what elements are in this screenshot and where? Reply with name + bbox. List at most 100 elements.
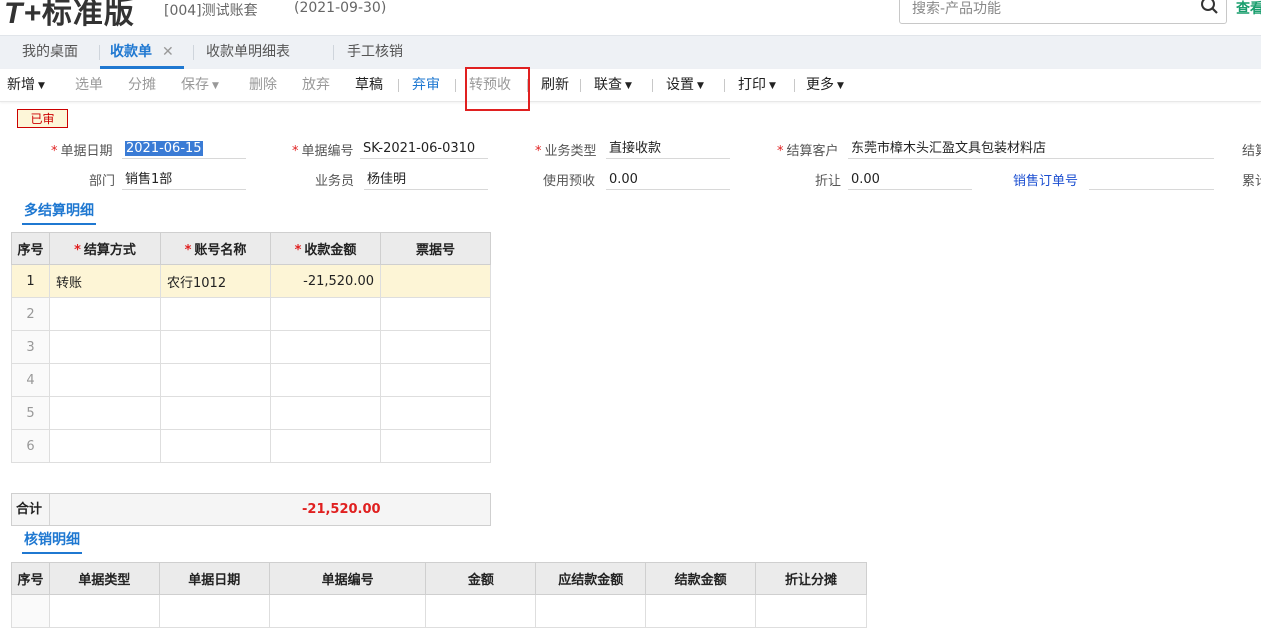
print-button[interactable]: 打印 ▼ [738,69,776,101]
cell-settle-method[interactable] [49,330,161,364]
toolbar: 新增 ▼ 选单 分摊 保存 ▼ 删除 放弃 草稿 弃审 转预收 刷新 联查 ▼ 设置 ▼… [0,69,1261,102]
row-index: 1 [11,264,50,298]
tab-bar: 我的桌面 收款单 ✕ 收款单明细表 手工核销 [0,35,1261,70]
cell-account-name[interactable] [160,429,271,463]
cell-settle-method[interactable] [49,363,161,397]
account-date: (2021-09-30) [294,0,387,16]
new-button[interactable]: 新增 ▼ [7,69,45,101]
col-account-name: * 账号名称 [160,232,271,265]
highlight-box [465,67,530,111]
view-link[interactable]: 查看 [1236,0,1261,18]
refresh-button[interactable]: 刷新 [541,69,569,101]
accum-label: 累计 [1242,174,1261,189]
cell-amount[interactable] [270,429,381,463]
cell-amount[interactable] [270,396,381,430]
cell-settle-method[interactable] [49,429,161,463]
search-input[interactable] [910,0,1194,21]
cell-bill-no[interactable] [380,297,491,331]
biztype-label: * 业务类型 [535,144,597,159]
cell-amount[interactable] [270,297,381,331]
code-label: * 单据编号 [292,144,354,159]
salesman-label: 业务员 [315,174,355,189]
cell-bill-no[interactable] [380,396,491,430]
sales-order-link[interactable]: 销售订单号 [1013,170,1078,189]
col-due-amount: 应结款金额 [535,562,647,595]
col-doc-type: 单据类型 [48,562,160,595]
search-icon[interactable] [1200,0,1218,17]
date-field[interactable]: 2021-06-15 [122,139,246,159]
close-icon[interactable]: ✕ [162,44,174,60]
table-row[interactable]: 4 [11,363,491,397]
writeoff-section-title: 核销明细 [22,530,82,554]
table-row[interactable]: 2 [11,297,491,331]
table-row[interactable]: 6 [11,429,491,463]
col-bill-no: 票据号 [380,232,491,265]
col-doc-no: 单据编号 [268,562,427,595]
delete-button[interactable]: 删除 [249,69,277,101]
settings-button[interactable]: 设置 ▼ [666,69,704,101]
tab-receipt-detail[interactable]: 收款单明细表 [206,36,290,69]
cell-bill-no[interactable] [380,264,491,298]
select-button[interactable]: 选单 [75,69,103,101]
row-index: 5 [11,396,50,430]
cell-account-name[interactable] [160,330,271,364]
chevron-down-icon: ▼ [697,81,704,91]
tab-desktop[interactable]: 我的桌面 [22,36,78,69]
link-query-button[interactable]: 联查 ▼ [594,69,632,101]
dept-label: 部门 [89,174,116,189]
chevron-down-icon: ▼ [212,81,219,91]
cell-account-name[interactable]: 农行1012 [160,264,271,298]
discount-field[interactable]: 0.00 [848,170,972,190]
total-amount: -21,520.00 [302,502,381,517]
tab-receipt[interactable]: 收款单 ✕ [100,36,184,69]
chevron-down-icon: ▼ [769,81,776,91]
more-button[interactable]: 更多 ▼ [806,69,844,101]
tab-manual-writeoff[interactable]: 手工核销 [347,36,403,69]
row-index: 4 [11,363,50,397]
row-index: 6 [11,429,50,463]
cell-bill-no[interactable] [380,363,491,397]
dept-field[interactable]: 销售1部 [122,170,246,190]
abandon-button[interactable]: 放弃 [302,69,330,101]
status-badge: 已审 [17,109,68,128]
cell-account-name[interactable] [160,297,271,331]
salesman-field[interactable]: 杨佳明 [364,170,488,190]
biztype-field[interactable]: 直接收款 [606,139,730,159]
search-box [899,0,1227,24]
customer-field[interactable]: 东莞市樟木头汇盈文具包装材料店 [848,139,1214,159]
cell-amount[interactable]: -21,520.00 [270,264,381,298]
table-row[interactable]: 5 [11,396,491,430]
cell-settle-method[interactable]: 转账 [49,264,161,298]
cell-amount[interactable] [270,330,381,364]
cell-account-name[interactable] [160,363,271,397]
cell-account-name[interactable] [160,396,271,430]
table-row[interactable]: 1 转账 农行1012 -21,520.00 [11,264,491,298]
code-field[interactable]: SK-2021-06-0310 [360,139,488,159]
col-amount: * 收款金额 [270,232,381,265]
app-logo: T+标准版 [4,0,135,31]
settlement-total-row: 合计 -21,520.00 [11,493,491,526]
chevron-down-icon: ▼ [625,81,632,91]
split-button[interactable]: 分摊 [128,69,156,101]
cell-bill-no[interactable] [380,429,491,463]
prepay-field[interactable]: 0.00 [606,170,730,190]
cell-settle-method[interactable] [49,297,161,331]
writeoff-table: 序号 单据类型 单据日期 单据编号 金额 应结款金额 结款金额 折让分摊 [11,562,867,628]
cell-amount[interactable] [270,363,381,397]
draft-button[interactable]: 草稿 [355,69,383,101]
col-amount: 金额 [425,562,537,595]
cell-settle-method[interactable] [49,396,161,430]
unaudit-button[interactable]: 弃审 [412,69,440,101]
customer-label: * 结算客户 [777,144,839,159]
total-label: 合计 [16,502,43,517]
table-row[interactable] [11,594,867,628]
sales-order-field[interactable] [1089,170,1214,190]
col-index: 序号 [11,232,50,265]
col-settle-amount: 结款金额 [645,562,757,595]
table-row[interactable]: 3 [11,330,491,364]
save-button[interactable]: 保存 ▼ [181,69,219,101]
col-doc-date: 单据日期 [158,562,270,595]
chevron-down-icon: ▼ [837,81,844,91]
col-discount-alloc: 折让分摊 [755,562,867,595]
cell-bill-no[interactable] [380,330,491,364]
